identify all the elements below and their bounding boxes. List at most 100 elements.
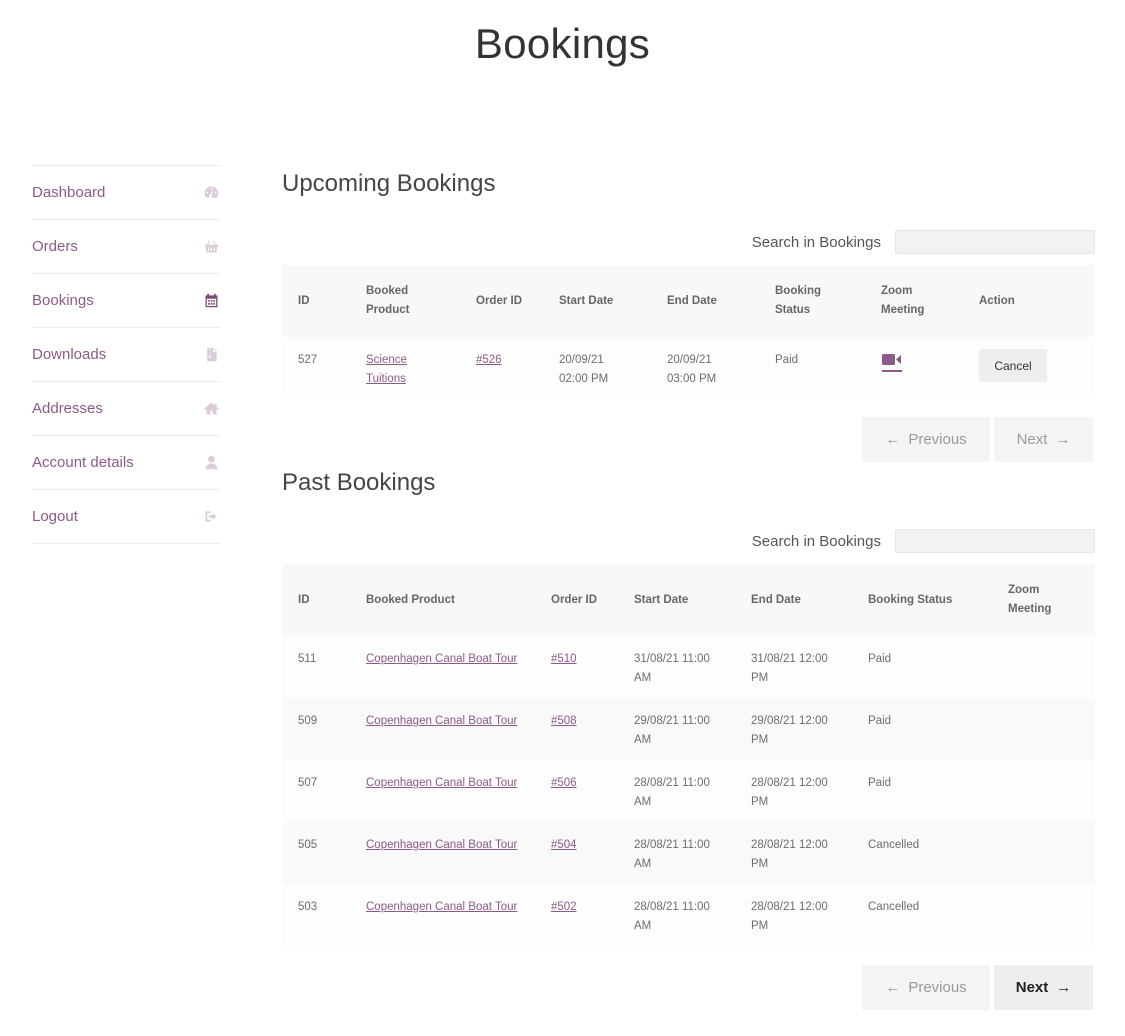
- end-date: 31/08/21 12:00 PM: [751, 653, 828, 684]
- previous-label: Previous: [908, 979, 967, 996]
- past-pagination: ← Previous Next →: [862, 965, 1093, 1010]
- booked-product-link[interactable]: Copenhagen Canal Boat Tour: [366, 653, 517, 665]
- home-icon: [202, 400, 220, 418]
- video-camera-icon[interactable]: [881, 353, 903, 380]
- start-date: 28/08/21 11:00 AM: [634, 839, 710, 870]
- order-id-link[interactable]: #504: [551, 839, 577, 851]
- end-date: 29/08/21 12:00 PM: [751, 715, 828, 746]
- order-id-link[interactable]: #502: [551, 901, 577, 913]
- basket-icon: [202, 238, 220, 256]
- booking-id: 511: [298, 653, 317, 665]
- booking-status: Paid: [868, 715, 892, 727]
- booking-id: 507: [298, 777, 318, 789]
- booking-status: Paid: [868, 653, 892, 665]
- sidebar-item-label: Logout: [32, 508, 78, 525]
- upcoming-bookings-table: ID Booked Product Order ID Start Date En…: [282, 265, 1095, 399]
- column-header-id: ID: [298, 294, 310, 307]
- order-id-link[interactable]: #510: [551, 653, 577, 665]
- upcoming-next-button[interactable]: Next →: [994, 417, 1093, 462]
- column-header-zoom-meeting: Zoom Meeting: [881, 285, 925, 316]
- table-header-row: ID Booked Product Order ID Start Date En…: [282, 265, 1095, 337]
- end-date: 28/08/21 12:00 PM: [751, 901, 828, 932]
- table-row: 505 Copenhagen Canal Boat Tour #504 28/0…: [282, 822, 1095, 884]
- order-id-link[interactable]: #526: [476, 354, 502, 366]
- booking-status: Paid: [868, 777, 892, 789]
- booked-product-link[interactable]: Science Tuitions: [366, 354, 407, 385]
- booked-product-link[interactable]: Copenhagen Canal Boat Tour: [366, 715, 517, 727]
- next-label: Next: [1015, 979, 1049, 996]
- sidebar-item-logout[interactable]: Logout: [32, 490, 220, 544]
- sidebar-item-dashboard[interactable]: Dashboard: [32, 166, 220, 220]
- sidebar-item-label: Downloads: [32, 346, 107, 363]
- zoom-meeting-cell: [992, 636, 1095, 698]
- sidebar-item-label: Bookings: [32, 292, 94, 309]
- table-row: 507 Copenhagen Canal Boat Tour #506 28/0…: [282, 760, 1095, 822]
- sidebar-item-bookings[interactable]: Bookings: [32, 274, 220, 328]
- sidebar-item-label: Addresses: [32, 400, 103, 417]
- arrow-right-icon: →: [1055, 431, 1071, 448]
- arrow-right-icon: →: [1056, 979, 1072, 996]
- booked-product-link[interactable]: Copenhagen Canal Boat Tour: [366, 777, 517, 789]
- column-header-booked-product: Booked Product: [366, 285, 410, 316]
- end-date: 20/09/21 03:00 PM: [667, 354, 717, 385]
- past-bookings-table: ID Booked Product Order ID Start Date En…: [282, 564, 1095, 946]
- column-header-order-id: Order ID: [551, 593, 598, 606]
- column-header-start-date: Start Date: [634, 593, 689, 606]
- sidebar-item-account-details[interactable]: Account details: [32, 436, 220, 490]
- file-archive-icon: [202, 346, 220, 364]
- column-header-start-date: Start Date: [559, 294, 614, 307]
- start-date: 28/08/21 11:00 AM: [634, 901, 710, 932]
- zoom-meeting-cell: [992, 884, 1095, 946]
- booking-id: 505: [298, 839, 318, 851]
- previous-label: Previous: [908, 431, 967, 448]
- booked-product-link[interactable]: Copenhagen Canal Boat Tour: [366, 901, 517, 913]
- cancel-booking-button[interactable]: Cancel: [979, 349, 1047, 382]
- zoom-meeting-cell: [992, 822, 1095, 884]
- dashboard-gauge-icon: [202, 184, 220, 202]
- table-row: 527 Science Tuitions #526 20/09/21 02:00…: [282, 337, 1095, 399]
- column-header-booked-product: Booked Product: [366, 593, 455, 606]
- booked-product-link[interactable]: Copenhagen Canal Boat Tour: [366, 839, 517, 851]
- upcoming-search: Search in Bookings: [752, 230, 1095, 254]
- sidebar-item-addresses[interactable]: Addresses: [32, 382, 220, 436]
- upcoming-search-input[interactable]: [895, 230, 1095, 254]
- account-navigation: Dashboard Orders Bookings Downloads Addr…: [32, 165, 220, 544]
- page-title: Bookings: [474, 20, 651, 67]
- past-search-input[interactable]: [895, 529, 1095, 553]
- column-header-zoom-meeting: Zoom Meeting: [1008, 584, 1052, 615]
- next-label: Next: [1016, 431, 1048, 448]
- past-search-label: Search in Bookings: [751, 532, 881, 550]
- zoom-meeting-cell: [992, 698, 1095, 760]
- user-icon: [202, 454, 220, 472]
- past-next-button[interactable]: Next →: [994, 965, 1093, 1010]
- sidebar-item-label: Orders: [32, 238, 78, 255]
- column-header-order-id: Order ID: [476, 294, 523, 307]
- start-date: 20/09/21 02:00 PM: [559, 354, 609, 385]
- past-search: Search in Bookings: [752, 529, 1095, 553]
- start-date: 31/08/21 11:00 AM: [634, 653, 710, 684]
- table-row: 503 Copenhagen Canal Boat Tour #502 28/0…: [282, 884, 1095, 946]
- upcoming-search-label: Search in Bookings: [751, 233, 881, 251]
- order-id-link[interactable]: #506: [551, 777, 577, 789]
- calendar-icon: [202, 292, 220, 310]
- table-header-row: ID Booked Product Order ID Start Date En…: [282, 564, 1095, 636]
- column-header-end-date: End Date: [667, 294, 717, 307]
- arrow-left-icon: ←: [885, 431, 901, 448]
- zoom-meeting-cell: [992, 760, 1095, 822]
- sidebar-item-label: Account details: [32, 454, 134, 471]
- sign-out-icon: [202, 508, 220, 526]
- column-header-action: Action: [979, 294, 1015, 307]
- order-id-link[interactable]: #508: [551, 715, 577, 727]
- arrow-left-icon: ←: [885, 979, 901, 996]
- table-row: 511 Copenhagen Canal Boat Tour #510 31/0…: [282, 636, 1095, 698]
- end-date: 28/08/21 12:00 PM: [751, 777, 828, 808]
- sidebar-item-downloads[interactable]: Downloads: [32, 328, 220, 382]
- past-previous-button[interactable]: ← Previous: [862, 965, 990, 1010]
- booking-status: Paid: [775, 354, 799, 366]
- booking-status: Cancelled: [868, 839, 920, 851]
- past-bookings-title: Past Bookings: [282, 469, 436, 496]
- upcoming-previous-button[interactable]: ← Previous: [862, 417, 990, 462]
- booking-id: 509: [298, 715, 318, 727]
- sidebar-item-orders[interactable]: Orders: [32, 220, 220, 274]
- booking-id: 527: [298, 354, 318, 366]
